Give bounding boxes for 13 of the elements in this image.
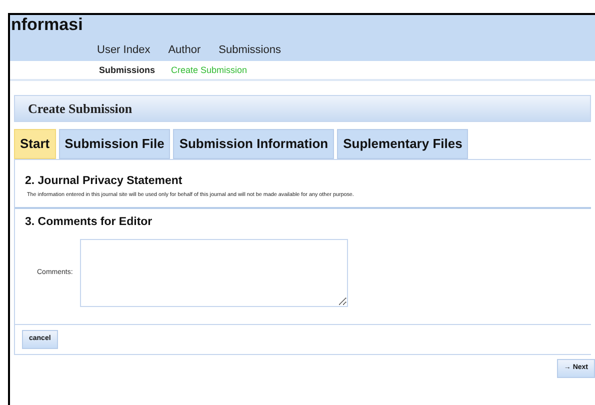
step-tab[interactable]: Submission File (58, 129, 170, 159)
section-heading: 3. Comments for Editor (25, 215, 154, 230)
nav-link[interactable]: Submissions (218, 44, 281, 57)
section-heading: 2. Journal Privacy Statement (25, 174, 184, 188)
step-tab[interactable]: Suplementary Files (337, 129, 468, 159)
step-tab[interactable]: Submission Information (173, 129, 334, 159)
nav-link[interactable]: User Index (97, 44, 150, 57)
site-title: nformasi (10, 15, 83, 34)
breadcrumb-link[interactable]: Submissions (99, 64, 156, 76)
step-tab[interactable]: Start (14, 129, 56, 159)
comments-field[interactable] (80, 239, 348, 308)
page-title: Create Submission (28, 100, 132, 118)
nav-link[interactable]: Author (168, 44, 201, 57)
